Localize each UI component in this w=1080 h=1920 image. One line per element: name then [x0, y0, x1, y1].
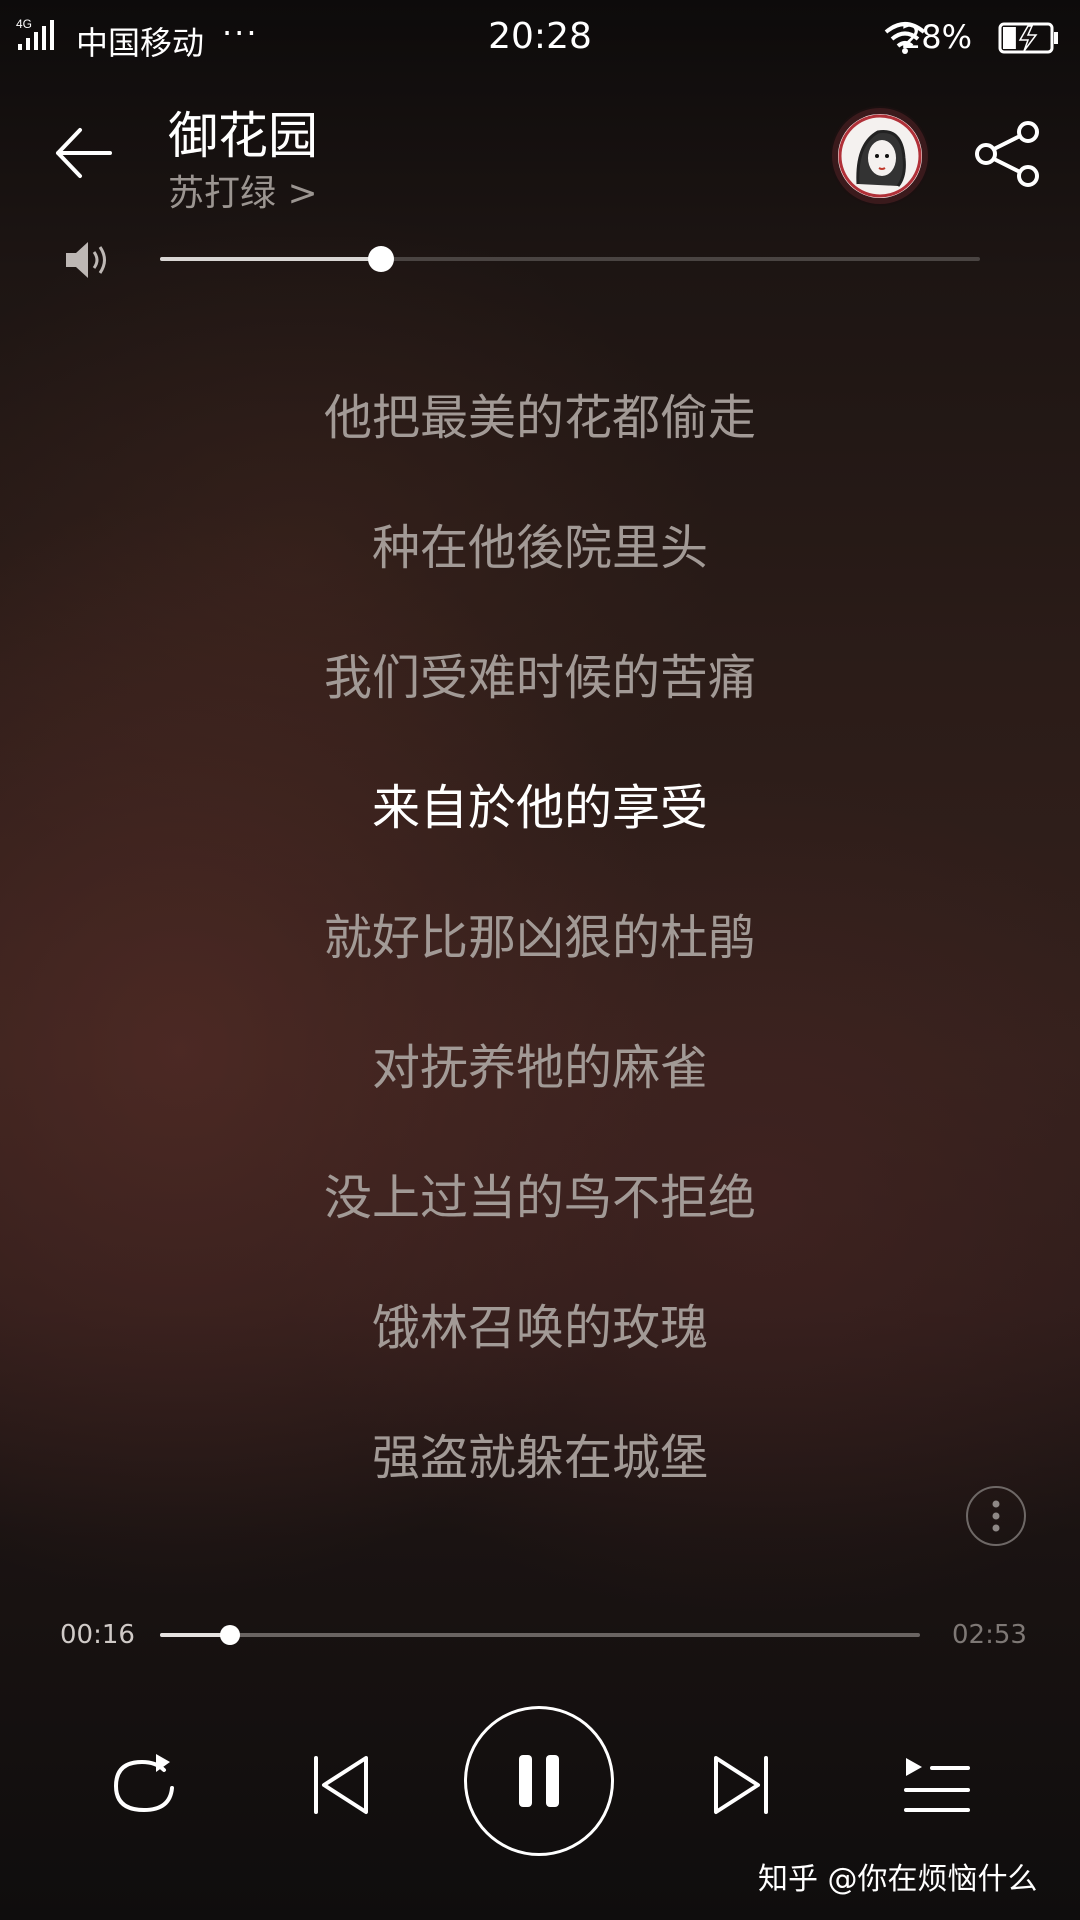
lyric-line-active: 来自於他的享受: [371, 780, 708, 836]
current-time: 00:16: [60, 1620, 135, 1650]
lyric-line: 种在他後院里头: [371, 520, 708, 576]
repeat-icon[interactable]: [100, 1740, 190, 1830]
status-bar: 4G 中国移动 ··· 20:28 28%: [0, 0, 1080, 76]
pause-icon: [519, 1755, 559, 1807]
song-title: 御花园: [168, 107, 318, 165]
watermark: 知乎 @你在烦恼什么: [758, 1862, 1038, 1897]
lyric-line: 没上过当的鸟不拒绝: [323, 1170, 756, 1226]
volume-slider-knob[interactable]: [368, 246, 395, 272]
back-arrow-icon[interactable]: [50, 118, 120, 188]
artist-link[interactable]: 苏打绿 >: [168, 164, 318, 216]
lyric-line-faded: [0, 272, 1080, 302]
battery-percent: 28%: [900, 18, 972, 56]
share-icon[interactable]: [972, 118, 1044, 190]
portrait-sketch-icon: [838, 114, 922, 198]
more-options-button[interactable]: [966, 1486, 1026, 1546]
lyric-line: 我们受难时候的苦痛: [323, 650, 756, 706]
lyric-line: 饿林召唤的玫瑰: [371, 1300, 708, 1356]
previous-icon[interactable]: [296, 1740, 386, 1830]
pause-button[interactable]: [464, 1706, 614, 1856]
total-time: 02:53: [952, 1620, 1027, 1650]
lyric-line: 就好比那凶狠的杜鹃: [323, 910, 756, 966]
progress-track[interactable]: [160, 1633, 920, 1637]
album-avatar[interactable]: [838, 114, 922, 198]
lyric-line: 对抚养牠的麻雀: [371, 1040, 708, 1096]
next-icon[interactable]: [696, 1740, 786, 1830]
volume-fill: [160, 257, 382, 261]
lyrics-panel[interactable]: 他把最美的花都偷走 种在他後院里头 我们受难时候的苦痛 来自於他的享受 就好比那…: [0, 270, 1080, 1590]
progress-knob[interactable]: [219, 1625, 240, 1645]
battery-charging-icon: [998, 22, 1058, 54]
lyric-line: 他把最美的花都偷走: [323, 390, 756, 446]
playlist-icon[interactable]: [892, 1740, 982, 1830]
lyric-line: 强盗就躲在城堡: [371, 1430, 708, 1486]
vertical-dots-icon: [992, 1500, 1000, 1532]
